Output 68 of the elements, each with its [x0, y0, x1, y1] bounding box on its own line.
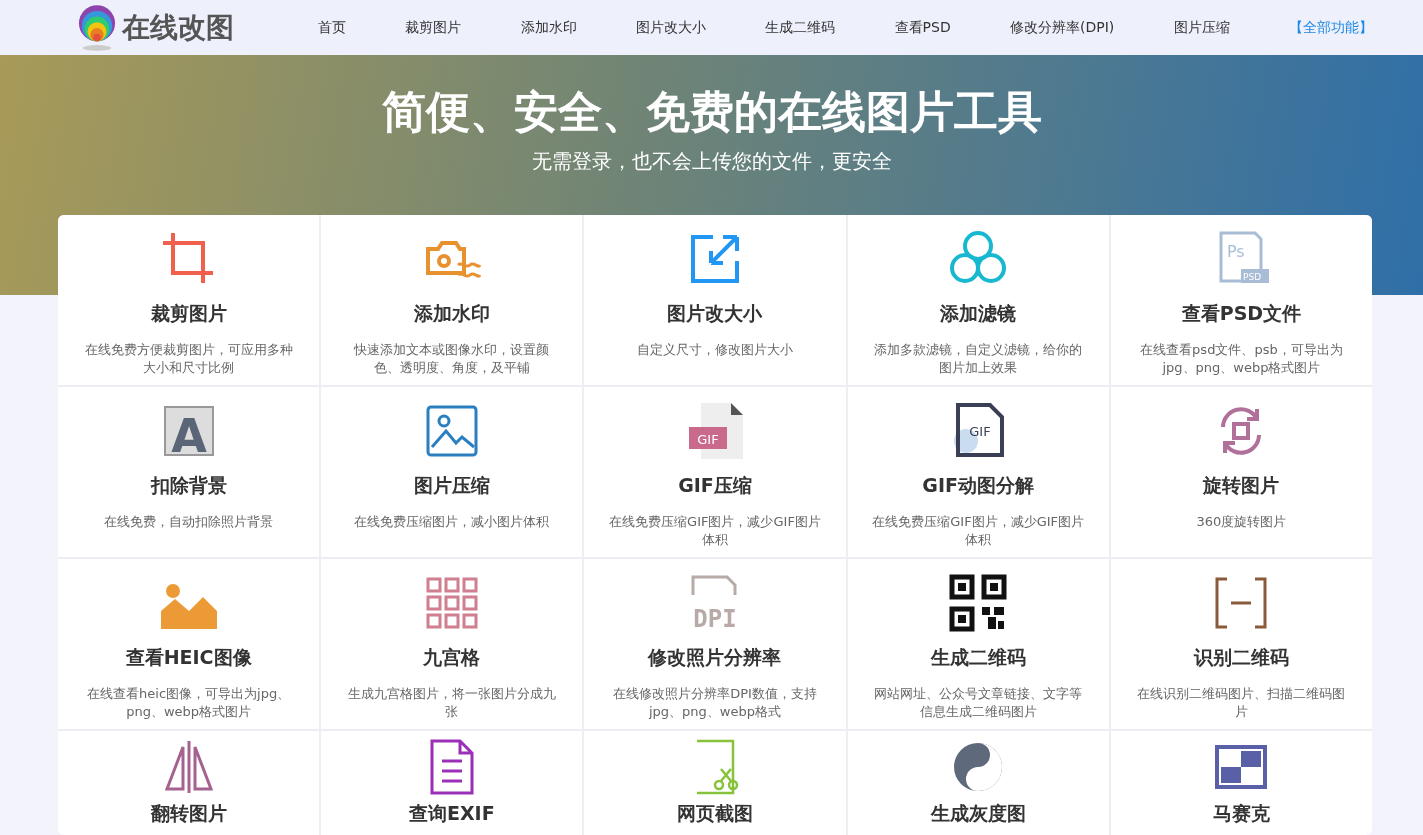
tool-card[interactable]: 马赛克 [1110, 731, 1372, 835]
tool-card[interactable]: 九宫格 生成九宫格图片，将一张图片分成九张 [321, 559, 583, 729]
tool-card[interactable]: 翻转图片 [58, 731, 320, 835]
tool-card[interactable]: Ps PSD 查看PSD文件 在线查看psd文件、psb，可导出为jpg、png、webp格式图片 [1110, 215, 1372, 385]
site-logo-text[interactable]: 在线改图 [122, 8, 234, 47]
tool-title: 查看PSD文件 [1181, 301, 1302, 326]
tool-card[interactable]: 添加水印 快速添加文本或图像水印，设置颜色、透明度、角度，及平铺 [321, 215, 583, 385]
tool-card[interactable]: 裁剪图片 在线免费方便裁剪图片，可应用多种大小和尺寸比例 [58, 215, 320, 385]
tool-title: 图片压缩 [413, 473, 490, 498]
tool-description: 网站网址、公众号文章链接、文字等信息生成二维码图片 [873, 685, 1084, 721]
tool-card[interactable]: 网页截图 [584, 731, 846, 835]
tool-title: 网页截图 [677, 801, 753, 826]
tool-description: 自定义尺寸，修改图片大小 [636, 341, 794, 359]
tool-card[interactable]: 生成二维码 网站网址、公众号文章链接、文字等信息生成二维码图片 [847, 559, 1109, 729]
nav-link[interactable]: 查看PSD [894, 18, 951, 37]
tool-title: 翻转图片 [150, 801, 227, 826]
tool-card[interactable]: GIF GIF压缩 在线免费压缩GIF图片，减少GIF图片体积 [584, 387, 846, 557]
tool-description: 生成九宫格图片，将一张图片分成九张 [346, 685, 557, 721]
tool-title: 添加滤镜 [940, 301, 1017, 326]
tool-card[interactable]: 图片压缩 在线免费压缩图片，减小图片体积 [321, 387, 583, 557]
nav-link[interactable]: 首页 [318, 18, 346, 37]
tool-title: GIF动图分解 [922, 473, 1034, 498]
tool-title: 旋转图片 [1203, 473, 1280, 498]
tool-description: 360度旋转图片 [1195, 513, 1288, 531]
tool-description: 在线修改照片分辨率DPI数值，支持jpg、png、webp格式 [612, 685, 818, 721]
hero-subtitle: 无需登录，也不会上传您的文件，更安全 [530, 148, 893, 175]
tool-title: GIF压缩 [678, 473, 752, 498]
tool-title: 添加水印 [413, 301, 490, 326]
tool-title: 生成灰度图 [930, 801, 1026, 826]
qr-code-icon [948, 573, 1009, 633]
tool-description: 在线查看psd文件、psb，可导出为jpg、png、webp格式图片 [1139, 341, 1344, 377]
tool-description: 在线免费，自动扣除照片背景 [103, 513, 275, 531]
tool-title: 查看HEIC图像 [125, 645, 252, 670]
nav-link[interactable]: 图片压缩 [1173, 18, 1230, 37]
nav-link[interactable]: 修改分辨率(DPI) [1010, 18, 1115, 37]
hero-title: 简便、安全、免费的在线图片工具 [380, 85, 1043, 139]
tool-title: 识别二维码 [1193, 645, 1289, 670]
tool-title: 图片改大小 [667, 301, 763, 326]
tool-card[interactable]: 生成灰度图 [847, 731, 1109, 835]
tool-card[interactable]: 识别二维码 在线识别二维码图片、扫描二维码图片 [1110, 559, 1372, 729]
tool-title: 马赛克 [1212, 801, 1270, 826]
nav-link[interactable]: 生成二维码 [765, 18, 836, 37]
tool-card[interactable]: 图片改大小 自定义尺寸，修改图片大小 [584, 215, 846, 385]
nav-link[interactable]: 图片改大小 [635, 18, 706, 37]
tool-card[interactable]: 添加滤镜 添加多款滤镜，自定义滤镜，给你的图片加上效果 [847, 215, 1109, 385]
tool-card[interactable]: GIF GIF动图分解 在线免费压缩GIF图片，减少GIF图片体积 [847, 387, 1109, 557]
tool-description: 在线免费压缩GIF图片，减少GIF图片体积 [871, 513, 1086, 549]
tool-description: 在线查看heic图像，可导出为jpg、png、webp格式图片 [86, 685, 292, 721]
tool-description: 添加多款滤镜，自定义滤镜，给你的图片加上效果 [873, 341, 1084, 377]
nav-link[interactable]: 裁剪图片 [405, 18, 462, 37]
tool-description: 在线免费压缩图片，减小图片体积 [353, 513, 551, 531]
nav-link[interactable]: 添加水印 [520, 18, 577, 37]
tool-card[interactable]: DPI 修改照片分辨率 在线修改照片分辨率DPI数值，支持jpg、png、webp格式 [584, 559, 846, 729]
tool-title: 查询EXIF [408, 801, 495, 826]
tool-title: 九宫格 [423, 645, 481, 670]
tool-description: 在线免费方便裁剪图片，可应用多种大小和尺寸比例 [83, 341, 294, 377]
tool-card[interactable]: 查询EXIF [321, 731, 583, 835]
rainbow-logo-icon[interactable] [78, 3, 116, 52]
tool-card[interactable]: 旋转图片 360度旋转图片 [1110, 387, 1372, 557]
tool-card[interactable]: A 扣除背景 在线免费，自动扣除照片背景 [58, 387, 320, 557]
tool-description: 在线识别二维码图片、扫描二维码图片 [1136, 685, 1347, 721]
tool-title: 扣除背景 [150, 473, 227, 498]
tool-title: 裁剪图片 [150, 301, 227, 326]
tool-description: 在线免费压缩GIF图片，减少GIF图片体积 [608, 513, 822, 549]
tool-card[interactable]: 查看HEIC图像 在线查看heic图像，可导出为jpg、png、webp格式图片 [58, 559, 320, 729]
tool-description: 快速添加文本或图像水印，设置颜色、透明度、角度，及平铺 [353, 341, 551, 377]
tool-title: 修改照片分辨率 [648, 645, 782, 670]
tool-title: 生成二维码 [930, 645, 1026, 670]
